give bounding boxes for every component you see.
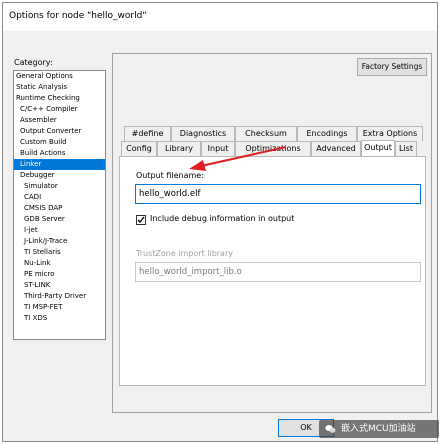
factory-settings-button[interactable]: Factory Settings xyxy=(357,58,427,76)
category-item-static-analysis[interactable]: Static Analysis xyxy=(14,82,105,93)
tab-input[interactable]: Input xyxy=(201,141,235,156)
tab-list[interactable]: List xyxy=(395,141,417,156)
watermark: 嵌入式MCU加油站 xyxy=(319,420,439,438)
include-debug-checkbox[interactable] xyxy=(136,215,146,225)
category-item-i-jet[interactable]: I-jet xyxy=(14,225,105,236)
output-tab-page: Output filename: hello_world.elf Include… xyxy=(119,156,426,386)
tab-library[interactable]: Library xyxy=(157,141,201,156)
category-list[interactable]: General Options Static Analysis Runtime Ch… xyxy=(13,70,106,340)
category-item-custom-build[interactable]: Custom Build xyxy=(14,137,105,148)
output-filename-label: Output filename: xyxy=(136,171,204,180)
output-filename-input[interactable]: hello_world.elf xyxy=(135,184,421,204)
options-dialog: Options for node "hello_world" Category:… xyxy=(2,2,439,442)
category-label: Category: xyxy=(14,58,53,67)
tab-output[interactable]: Output xyxy=(361,140,395,156)
category-item-third-party-driver[interactable]: Third-Party Driver xyxy=(14,291,105,302)
tab-diagnostics[interactable]: Diagnostics xyxy=(171,126,235,141)
category-item-pe-micro[interactable]: PE micro xyxy=(14,269,105,280)
category-item-gdb-server[interactable]: GDB Server xyxy=(14,214,105,225)
category-item-c-c-compiler[interactable]: C/C++ Compiler xyxy=(14,104,105,115)
category-item-cmsis-dap[interactable]: CMSIS DAP xyxy=(14,203,105,214)
watermark-text: 嵌入式MCU加油站 xyxy=(341,424,416,434)
category-item-nu-link[interactable]: Nu-Link xyxy=(14,258,105,269)
tab-config[interactable]: Config xyxy=(121,141,157,156)
category-item-j-link-j-trace[interactable]: J-Link/J-Trace xyxy=(14,236,105,247)
tab-extra-options[interactable]: Extra Options xyxy=(357,126,423,141)
category-item-output-converter[interactable]: Output Converter xyxy=(14,126,105,137)
include-debug-label: Include debug information in output xyxy=(150,214,295,223)
tab-define[interactable]: #define xyxy=(124,126,171,141)
wechat-icon xyxy=(325,425,336,433)
title-bar: Options for node "hello_world" xyxy=(3,3,437,31)
category-item-runtime-checking[interactable]: Runtime Checking xyxy=(14,93,105,104)
trustzone-label: TrustZone import library xyxy=(136,249,233,258)
tab-encodings[interactable]: Encodings xyxy=(297,126,357,141)
tab-advanced[interactable]: Advanced xyxy=(311,141,361,156)
category-item-cadi[interactable]: CADI xyxy=(14,192,105,203)
category-item-linker[interactable]: Linker xyxy=(14,159,105,170)
category-item-simulator[interactable]: Simulator xyxy=(14,181,105,192)
dialog-body: Category: General Options Static Analysis… xyxy=(3,31,439,441)
tab-checksum[interactable]: Checksum xyxy=(235,126,297,141)
category-item-ti-stellaris[interactable]: TI Stellaris xyxy=(14,247,105,258)
category-item-ti-xds[interactable]: TI XDS xyxy=(14,313,105,324)
category-item-assembler[interactable]: Assembler xyxy=(14,115,105,126)
category-item-debugger[interactable]: Debugger xyxy=(14,170,105,181)
category-item-ti-msp-fet[interactable]: TI MSP-FET xyxy=(14,302,105,313)
window-title: Options for node "hello_world" xyxy=(9,11,147,21)
category-item-st-link[interactable]: ST-LINK xyxy=(14,280,105,291)
tab-optimizations[interactable]: Optimizations xyxy=(235,141,311,156)
checkmark-icon xyxy=(137,216,145,223)
category-item-build-actions[interactable]: Build Actions xyxy=(14,148,105,159)
category-item-general-options[interactable]: General Options xyxy=(14,71,105,82)
trustzone-input: hello_world_import_lib.o xyxy=(135,262,421,282)
options-panel: Factory Settings #define Diagnostics Check… xyxy=(112,53,432,413)
